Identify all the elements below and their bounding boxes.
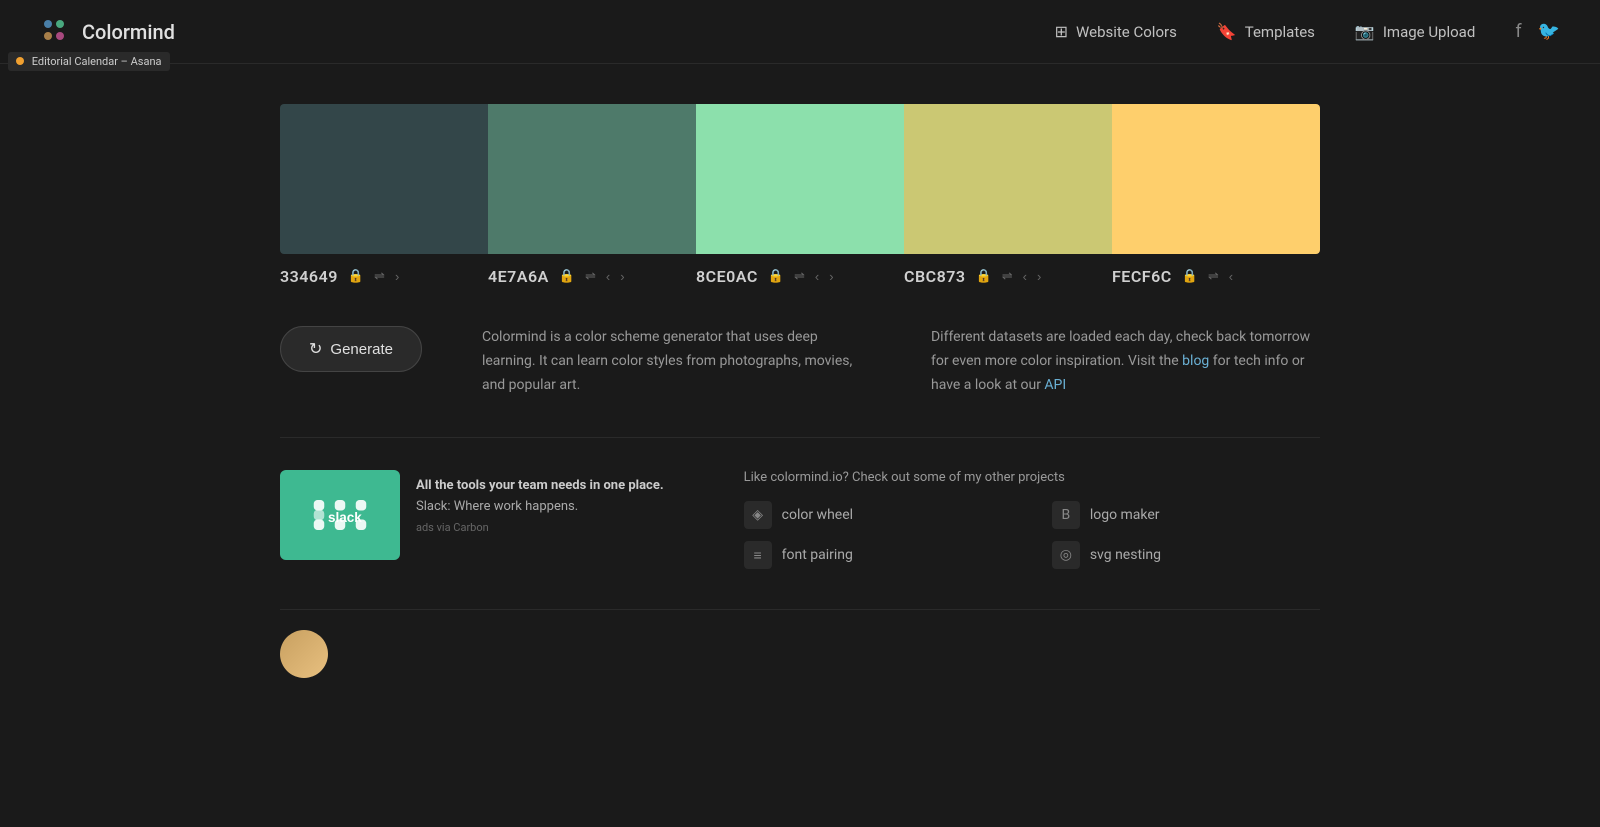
nav-image-upload[interactable]: 📷 Image Upload xyxy=(1355,22,1475,41)
color-label-1: 4E7A6A 🔒 ⇌ ‹ › xyxy=(488,266,696,286)
arrow-btn-0[interactable]: › xyxy=(393,267,401,286)
color-swatch-4[interactable] xyxy=(1112,104,1320,254)
color-swatch-3[interactable] xyxy=(904,104,1112,254)
color-hex-1: 4E7A6A xyxy=(488,267,549,286)
description-left: Colormind is a color scheme generator th… xyxy=(482,326,871,397)
generate-button[interactable]: ↻ Generate xyxy=(280,326,422,372)
project-color-wheel[interactable]: ◈ color wheel xyxy=(744,501,1012,529)
logo-icon xyxy=(40,16,72,48)
adjust-btn-3[interactable]: ⇌ xyxy=(1000,266,1015,286)
nav-templates[interactable]: 🔖 Templates xyxy=(1217,22,1315,41)
svg-nesting-link[interactable]: svg nesting xyxy=(1090,547,1161,563)
color-label-2: 8CE0AC 🔒 ⇌ ‹ › xyxy=(696,266,904,286)
section-divider xyxy=(280,437,1320,438)
slack-logo[interactable]: slack xyxy=(280,470,400,560)
action-area: ↻ Generate Colormind is a color scheme g… xyxy=(280,310,1320,437)
color-label-0: 334649 🔒 ⇌ › xyxy=(280,266,488,286)
ad-sponsor: ads via Carbon xyxy=(416,521,489,534)
api-link[interactable]: API xyxy=(1044,377,1066,393)
header: Colormind ⊞ Website Colors 🔖 Templates 📷… xyxy=(0,0,1600,64)
arrow-left-btn-1[interactable]: ‹ xyxy=(604,267,612,286)
color-swatch-1[interactable] xyxy=(488,104,696,254)
arrow-right-btn-1[interactable]: › xyxy=(618,267,626,286)
arrow-left-btn-2[interactable]: ‹ xyxy=(813,267,821,286)
lock-btn-0[interactable]: 🔒 xyxy=(346,266,366,286)
svg-text:slack: slack xyxy=(328,510,362,525)
lock-btn-1[interactable]: 🔒 xyxy=(557,266,577,286)
project-font-pairing[interactable]: ≡ font pairing xyxy=(744,541,1012,569)
color-actions-1: 🔒 ⇌ ‹ › xyxy=(557,266,627,286)
adjust-btn-0[interactable]: ⇌ xyxy=(372,266,387,286)
twitter-icon[interactable]: 🐦 xyxy=(1538,21,1560,42)
main-content: 334649 🔒 ⇌ › 4E7A6A 🔒 ⇌ ‹ › 8CE0AC 🔒 ⇌ ‹ xyxy=(280,64,1320,718)
lock-btn-3[interactable]: 🔒 xyxy=(974,266,994,286)
blog-link[interactable]: blog xyxy=(1182,353,1209,369)
projects-grid: ◈ color wheel B logo maker ≡ font pairin… xyxy=(744,501,1320,569)
bookmark-icon: 🔖 xyxy=(1217,22,1237,41)
color-hex-2: 8CE0AC xyxy=(696,267,758,286)
refresh-icon: ↻ xyxy=(309,339,322,359)
project-logo-maker[interactable]: B logo maker xyxy=(1052,501,1320,529)
projects-title: Like colormind.io? Check out some of my … xyxy=(744,470,1320,485)
lock-btn-4[interactable]: 🔒 xyxy=(1180,266,1200,286)
camera-icon: 📷 xyxy=(1355,22,1375,41)
color-swatch-0[interactable] xyxy=(280,104,488,254)
logo-text: Colormind xyxy=(82,20,175,44)
color-hex-4: FECF6C xyxy=(1112,267,1172,286)
color-actions-3: 🔒 ⇌ ‹ › xyxy=(974,266,1044,286)
arrow-right-btn-2[interactable]: › xyxy=(827,267,835,286)
nav-website-colors[interactable]: ⊞ Website Colors xyxy=(1055,22,1177,41)
color-wheel-icon: ◈ xyxy=(744,501,772,529)
social-icons: f 🐦 xyxy=(1515,21,1560,42)
color-actions-4: 🔒 ⇌ ‹ xyxy=(1180,266,1235,286)
adjust-btn-4[interactable]: ⇌ xyxy=(1206,266,1221,286)
color-wheel-link[interactable]: color wheel xyxy=(782,507,853,523)
color-actions-0: 🔒 ⇌ › xyxy=(346,266,401,286)
color-hex-0: 334649 xyxy=(280,267,338,286)
generate-section: ↻ Generate xyxy=(280,326,422,372)
arrow-right-btn-3[interactable]: › xyxy=(1035,267,1043,286)
color-labels-row: 334649 🔒 ⇌ › 4E7A6A 🔒 ⇌ ‹ › 8CE0AC 🔒 ⇌ ‹ xyxy=(280,254,1320,310)
svg-nesting-icon: ◎ xyxy=(1052,541,1080,569)
avatar xyxy=(280,630,328,678)
bottom-section: slack All the tools your team needs in o… xyxy=(280,470,1320,609)
color-label-4: FECF6C 🔒 ⇌ ‹ xyxy=(1112,266,1320,286)
lock-btn-2[interactable]: 🔒 xyxy=(766,266,786,286)
adjust-btn-2[interactable]: ⇌ xyxy=(792,266,807,286)
color-palette xyxy=(280,104,1320,254)
ad-section: slack All the tools your team needs in o… xyxy=(280,470,664,569)
arrow-left-btn-4[interactable]: ‹ xyxy=(1227,267,1235,286)
logo-link[interactable]: Colormind xyxy=(40,16,175,48)
color-swatch-2[interactable] xyxy=(696,104,904,254)
color-label-3: CBC873 🔒 ⇌ ‹ › xyxy=(904,266,1112,286)
logo-maker-link[interactable]: logo maker xyxy=(1090,507,1160,523)
adjust-btn-1[interactable]: ⇌ xyxy=(583,266,598,286)
description-right: Different datasets are loaded each day, … xyxy=(931,326,1320,397)
logo-maker-icon: B xyxy=(1052,501,1080,529)
ad-text: All the tools your team needs in one pla… xyxy=(416,470,664,538)
color-hex-3: CBC873 xyxy=(904,267,966,286)
projects-section: Like colormind.io? Check out some of my … xyxy=(744,470,1320,569)
arrow-left-btn-3[interactable]: ‹ xyxy=(1021,267,1029,286)
font-pairing-icon: ≡ xyxy=(744,541,772,569)
facebook-icon[interactable]: f xyxy=(1515,21,1521,42)
grid-icon: ⊞ xyxy=(1055,22,1068,41)
color-actions-2: 🔒 ⇌ ‹ › xyxy=(766,266,836,286)
footer-area xyxy=(280,610,1320,678)
project-svg-nesting[interactable]: ◎ svg nesting xyxy=(1052,541,1320,569)
font-pairing-link[interactable]: font pairing xyxy=(782,547,853,563)
nav: ⊞ Website Colors 🔖 Templates 📷 Image Upl… xyxy=(1055,22,1476,41)
browser-tooltip: Editorial Calendar – Asana xyxy=(8,52,170,71)
